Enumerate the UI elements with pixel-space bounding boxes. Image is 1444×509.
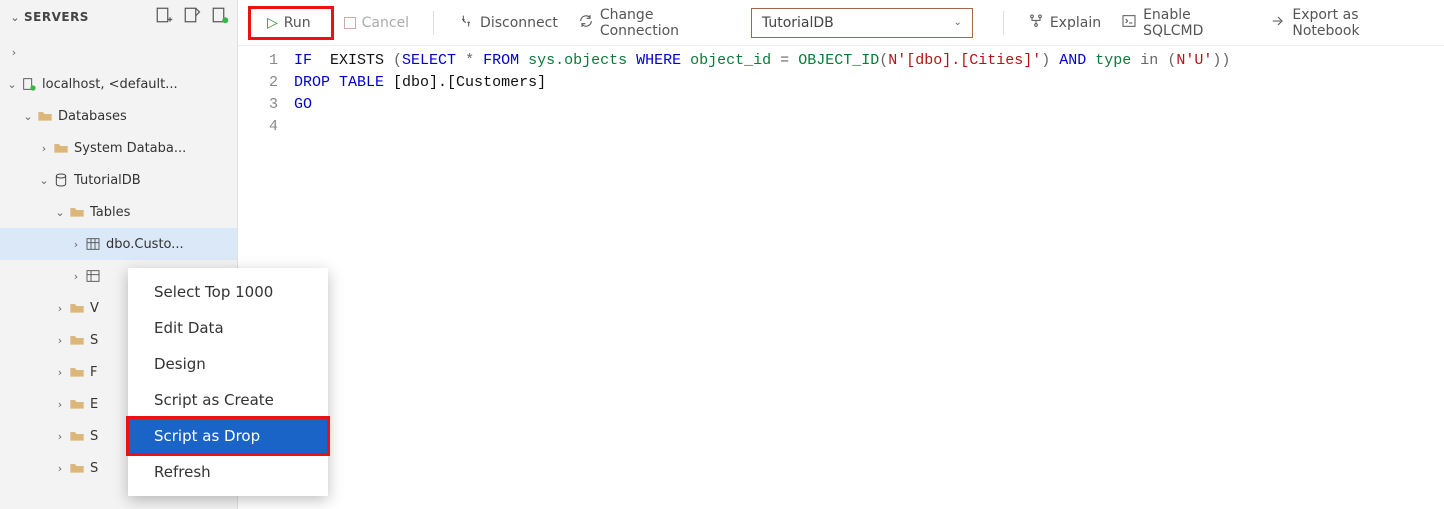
separator (1003, 11, 1004, 35)
folder-icon (68, 364, 86, 380)
code-line[interactable]: DROP TABLE [dbo].[Customers] (294, 72, 1444, 94)
code-line[interactable]: GO (294, 94, 1444, 116)
tree-server-row[interactable]: ⌄ localhost, <default... (0, 68, 237, 100)
run-button[interactable]: ▷ Run (253, 11, 325, 35)
chevron-right-icon[interactable]: › (52, 398, 68, 411)
export-button[interactable]: Export as Notebook (1260, 3, 1434, 43)
separator (433, 11, 434, 35)
database-icon (52, 172, 70, 188)
chevron-right-icon[interactable]: › (68, 238, 84, 251)
table-icon (84, 236, 102, 252)
new-connection-icon[interactable] (155, 6, 173, 28)
code-line[interactable] (294, 116, 1444, 138)
sqlcmd-button[interactable]: Enable SQLCMD (1111, 3, 1260, 43)
menu-edit-data[interactable]: Edit Data (128, 310, 328, 346)
export-icon (1270, 13, 1286, 33)
folder-icon (36, 108, 54, 124)
gutter: 1 2 3 4 (238, 50, 294, 138)
tree-sysdb-row[interactable]: › System Databa... (0, 132, 237, 164)
sidebar-header: ⌄ SERVERS (0, 0, 237, 34)
menu-design[interactable]: Design (128, 346, 328, 382)
chevron-right-icon[interactable]: › (52, 430, 68, 443)
table-icon (84, 268, 102, 284)
disconnect-icon (458, 13, 474, 33)
code-body[interactable]: IF EXISTS (SELECT * FROM sys.objects WHE… (294, 50, 1444, 138)
tree-databases-row[interactable]: ⌄ Databases (0, 100, 237, 132)
tree-label: TutorialDB (74, 173, 141, 188)
toolbar: ▷ Run Cancel Disconnect Change Connectio… (238, 0, 1444, 46)
chevron-down-icon[interactable]: ⌄ (8, 11, 22, 24)
refresh-icon (578, 13, 594, 33)
chevron-right-icon[interactable]: › (52, 366, 68, 379)
tree-label: Tables (90, 205, 130, 220)
tree-label: System Databa... (74, 141, 186, 156)
chevron-down-icon[interactable]: ⌄ (20, 110, 36, 123)
chevron-down-icon[interactable]: ⌄ (36, 174, 52, 187)
chevron-right-icon[interactable]: › (36, 142, 52, 155)
menu-select-top-1000[interactable]: Select Top 1000 (128, 274, 328, 310)
menu-refresh[interactable]: Refresh (128, 454, 328, 490)
folder-icon (68, 300, 86, 316)
server-status-icon[interactable] (211, 6, 229, 28)
explain-icon (1028, 13, 1044, 33)
run-highlight: ▷ Run (248, 6, 334, 40)
folder-icon (68, 460, 86, 476)
tree-tutorialdb-row[interactable]: ⌄ TutorialDB (0, 164, 237, 196)
database-select[interactable]: TutorialDB ⌄ (751, 8, 973, 38)
folder-icon (68, 396, 86, 412)
tree-label: Databases (58, 109, 127, 124)
main: ▷ Run Cancel Disconnect Change Connectio… (238, 0, 1444, 509)
stop-icon (344, 17, 356, 29)
context-menu: Select Top 1000 Edit Data Design Script … (128, 268, 328, 496)
disconnect-button[interactable]: Disconnect (448, 9, 568, 37)
code-line[interactable]: IF EXISTS (SELECT * FROM sys.objects WHE… (294, 50, 1444, 72)
folder-icon (52, 140, 70, 156)
tree-customers-row[interactable]: › dbo.Custo... (0, 228, 237, 260)
chevron-down-icon[interactable]: ⌄ (52, 206, 68, 219)
chevron-right-icon[interactable]: › (52, 462, 68, 475)
terminal-icon (1121, 13, 1137, 33)
chevron-right-icon[interactable]: › (68, 270, 84, 283)
tree-label: dbo.Custo... (106, 237, 184, 252)
change-connection-button[interactable]: Change Connection (568, 3, 741, 43)
new-query-icon[interactable] (183, 6, 201, 28)
menu-script-as-drop[interactable]: Script as Drop (128, 418, 328, 454)
folder-icon (68, 204, 86, 220)
tree-label: localhost, <default... (42, 77, 178, 92)
sidebar-title: SERVERS (24, 10, 155, 24)
server-icon (20, 76, 38, 92)
code-editor[interactable]: 1 2 3 4 IF EXISTS (SELECT * FROM sys.obj… (238, 46, 1444, 138)
cancel-button[interactable]: Cancel (334, 11, 419, 35)
folder-icon (68, 332, 86, 348)
chevron-right-icon[interactable]: › (52, 334, 68, 347)
chevron-down-icon[interactable]: ⌄ (4, 78, 20, 91)
chevron-right-icon[interactable]: › (6, 46, 22, 59)
play-icon: ▷ (267, 15, 278, 31)
chevron-right-icon[interactable]: › (52, 302, 68, 315)
menu-script-as-create[interactable]: Script as Create (128, 382, 328, 418)
explain-button[interactable]: Explain (1018, 9, 1111, 37)
tree-empty-row[interactable]: › (0, 36, 237, 68)
tree-tables-row[interactable]: ⌄ Tables (0, 196, 237, 228)
folder-icon (68, 428, 86, 444)
chevron-down-icon: ⌄ (953, 17, 961, 28)
